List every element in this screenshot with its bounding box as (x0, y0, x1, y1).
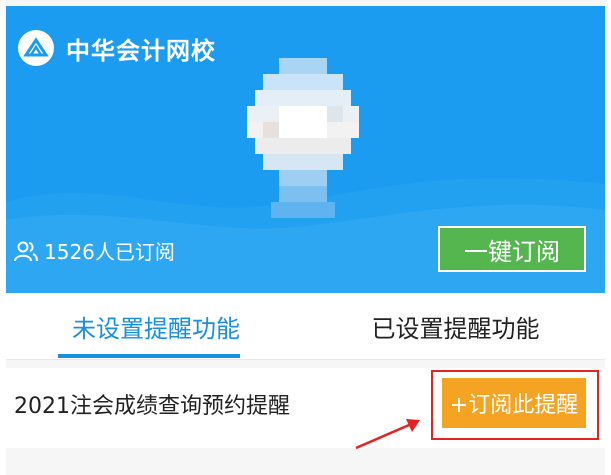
brand: 中华会计网校 (18, 30, 216, 66)
active-tab-indicator (58, 354, 240, 358)
avatar (247, 58, 359, 218)
tab-set-reminders[interactable]: 已设置提醒功能 (306, 293, 605, 359)
one-click-subscribe-button[interactable]: 一键订阅 (438, 226, 586, 272)
hero-banner: 中华会计网校 1526人已订阅 一键订阅 (6, 6, 605, 293)
right-frame (605, 0, 611, 475)
list-item: 2021注会成绩查询预约提醒 +订阅此提醒 (6, 368, 605, 448)
reminder-tabs: 未设置提醒功能 已设置提醒功能 (6, 293, 605, 360)
people-icon (14, 241, 38, 261)
reminder-title: 2021注会成绩查询预约提醒 (14, 394, 290, 419)
subscriber-text: 1526人已订阅 (44, 240, 175, 264)
tab-unset-reminders[interactable]: 未设置提醒功能 (6, 293, 306, 359)
brand-name: 中华会计网校 (66, 36, 216, 65)
subscriber-count: 1526人已订阅 (14, 236, 175, 265)
subscribe-reminder-button[interactable]: +订阅此提醒 (442, 378, 586, 428)
brand-logo-icon (18, 30, 54, 66)
